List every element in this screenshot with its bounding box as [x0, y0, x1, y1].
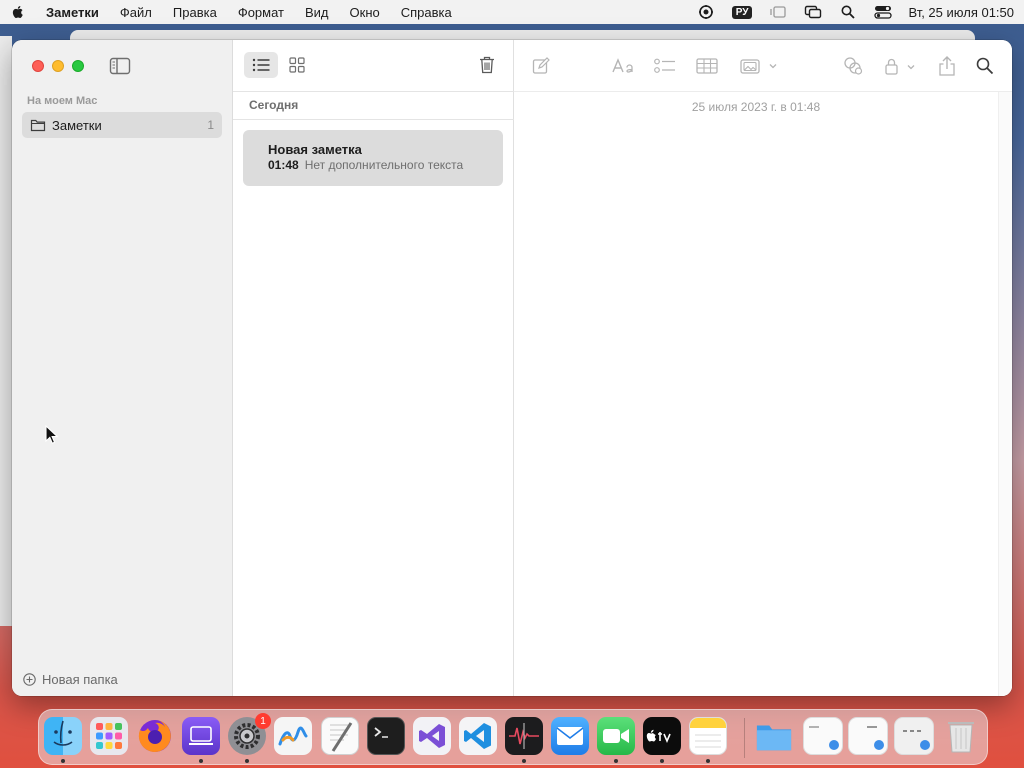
instruments-icon[interactable]	[505, 717, 543, 755]
note-list-toolbar	[233, 40, 514, 92]
minimized-window-thumbnail[interactable]	[803, 717, 843, 755]
minimized-window-thumbnail[interactable]	[894, 717, 934, 755]
stage-manager-icon[interactable]	[769, 4, 787, 20]
note-preview: Нет дополнительного текста	[304, 158, 464, 172]
note-meta: 01:48 Нет дополнительного текста	[268, 158, 503, 172]
format-text-icon[interactable]	[612, 54, 634, 78]
apple-menu-icon[interactable]	[10, 4, 26, 20]
visual-studio-icon[interactable]	[413, 717, 451, 755]
textedit-icon[interactable]	[321, 717, 359, 755]
sidebar-folder-notes[interactable]: Заметки 1	[22, 112, 222, 138]
gallery-view-icon	[289, 57, 305, 73]
running-indicator	[660, 759, 664, 763]
finder-icon[interactable]	[44, 717, 82, 755]
minimized-window-thumbnail[interactable]	[848, 717, 888, 755]
dock-separator	[744, 718, 745, 758]
launchpad-icon[interactable]	[90, 717, 128, 755]
menu-app-name[interactable]: Заметки	[46, 5, 99, 20]
background-window	[0, 36, 12, 626]
notes-icon[interactable]	[689, 717, 727, 755]
list-view-icon	[252, 58, 270, 72]
trash-icon	[480, 56, 494, 74]
terminal-icon[interactable]	[367, 717, 405, 755]
gallery-view-button[interactable]	[284, 52, 310, 78]
spotlight-search-icon[interactable]	[839, 4, 857, 20]
editor-scroll-track[interactable]	[998, 92, 1012, 696]
note-title: Новая заметка	[268, 142, 362, 157]
dock: 1	[38, 709, 988, 765]
note-editor[interactable]: 25 июля 2023 г. в 01:48	[514, 40, 1012, 696]
plus-circle-icon	[23, 673, 36, 686]
list-view-button[interactable]	[244, 52, 278, 78]
notification-badge: 1	[255, 713, 271, 729]
vscode-icon[interactable]	[459, 717, 497, 755]
running-indicator	[61, 759, 65, 763]
maximize-window-button[interactable]	[72, 60, 84, 72]
checklist-icon[interactable]	[654, 54, 676, 78]
lock-note-icon[interactable]	[884, 54, 920, 78]
menu-file[interactable]: Файл	[120, 5, 152, 20]
compose-note-icon[interactable]	[532, 54, 550, 78]
trash-icon[interactable]	[942, 717, 980, 755]
group-label-today: Сегодня	[249, 98, 299, 112]
mail-icon[interactable]	[551, 717, 589, 755]
collaborate-icon[interactable]	[842, 54, 864, 78]
podcast-capture-icon[interactable]	[182, 717, 220, 755]
facetime-icon[interactable]	[597, 717, 635, 755]
table-icon[interactable]	[696, 54, 718, 78]
input-source-indicator[interactable]: РУ	[731, 5, 753, 19]
screen-mirroring-icon[interactable]	[804, 4, 822, 20]
note-list-item[interactable]: Новая заметка 01:48 Нет дополнительного т…	[243, 130, 503, 186]
note-list-pane: Сегодня Новая заметка 01:48 Нет дополните…	[233, 40, 514, 696]
share-icon[interactable]	[938, 54, 956, 78]
folder-name: Заметки	[52, 117, 102, 133]
folder-note-count: 1	[207, 118, 214, 132]
downloads-folder-icon[interactable]	[755, 717, 793, 755]
folder-icon	[30, 119, 46, 132]
delete-note-button[interactable]	[475, 53, 499, 77]
menu-window[interactable]: Окно	[350, 5, 380, 20]
control-center-icon[interactable]	[874, 4, 893, 20]
media-insert-icon[interactable]	[740, 54, 780, 78]
close-window-button[interactable]	[32, 60, 44, 72]
new-folder-button[interactable]: Новая папка	[23, 672, 118, 687]
notes-window: На моем Mac Заметки 1 Новая папка Сегодн…	[12, 40, 1012, 696]
screen-capture-status-icon[interactable]	[697, 4, 715, 20]
running-indicator	[245, 759, 249, 763]
firefox-icon[interactable]	[136, 717, 174, 755]
running-indicator	[199, 759, 203, 763]
search-icon[interactable]	[976, 54, 994, 78]
divider	[233, 119, 514, 120]
mouse-pointer-icon	[45, 425, 59, 444]
note-date: 25 июля 2023 г. в 01:48	[691, 100, 821, 114]
menu-clock[interactable]: Вт, 25 июля 01:50	[908, 5, 1014, 20]
menu-help[interactable]: Справка	[401, 5, 452, 20]
running-indicator	[706, 759, 710, 763]
menu-view[interactable]: Вид	[305, 5, 329, 20]
note-time: 01:48	[268, 158, 299, 172]
running-indicator	[522, 759, 526, 763]
running-indicator	[614, 759, 618, 763]
menu-format[interactable]: Формат	[238, 5, 284, 20]
section-label-on-my-mac: На моем Mac	[27, 95, 98, 107]
appletv-icon[interactable]	[643, 717, 681, 755]
editor-toolbar	[514, 40, 1012, 92]
freeform-icon[interactable]	[274, 717, 312, 755]
menu-edit[interactable]: Правка	[173, 5, 217, 20]
sidebar-toggle-icon[interactable]	[109, 57, 131, 75]
new-folder-label: Новая папка	[42, 672, 118, 687]
minimize-window-button[interactable]	[52, 60, 64, 72]
menu-bar: Заметки Файл Правка Формат Вид Окно Спра…	[0, 0, 1024, 24]
sidebar: На моем Mac Заметки 1 Новая папка	[12, 40, 233, 696]
